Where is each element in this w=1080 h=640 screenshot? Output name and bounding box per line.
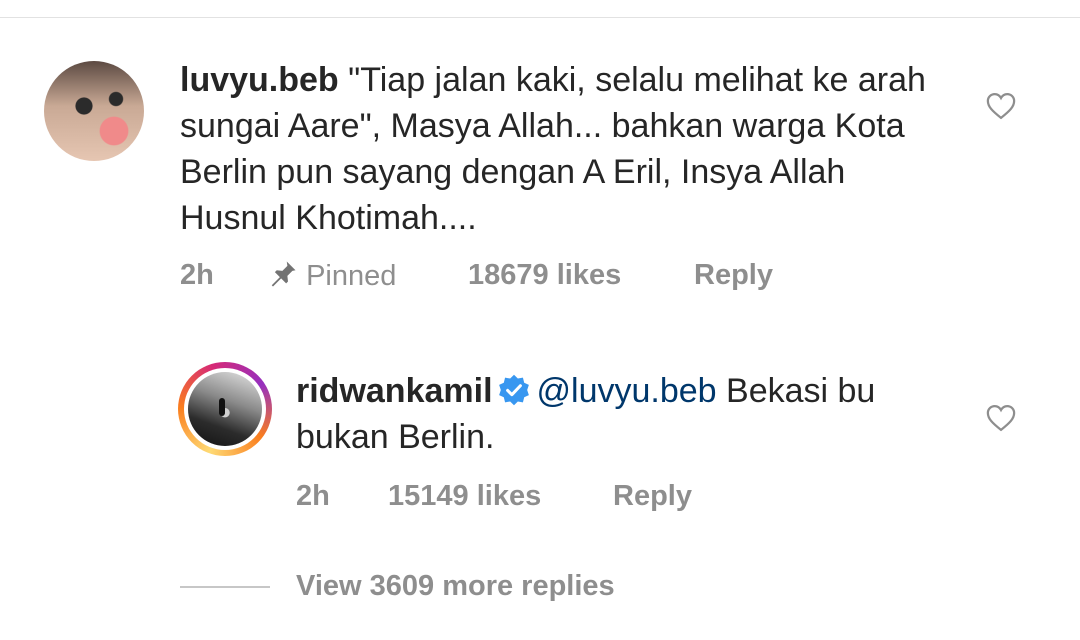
top-divider <box>0 17 1080 18</box>
view-replies-line <box>180 586 270 588</box>
reply-avatar <box>188 372 262 446</box>
comment-likes[interactable]: 18679 likes <box>468 259 621 292</box>
reply-like-heart-icon[interactable] <box>986 404 1016 432</box>
reply-time[interactable]: 2h <box>296 480 330 513</box>
view-more-replies-button[interactable]: View 3609 more replies <box>296 570 615 603</box>
reply-avatar-story-ring[interactable] <box>178 362 272 456</box>
comment-time[interactable]: 2h <box>180 259 214 292</box>
comment-reply-button[interactable]: Reply <box>694 259 773 292</box>
reply-likes[interactable]: 15149 likes <box>388 480 541 513</box>
reply-mention[interactable]: @luvyu.beb <box>537 372 717 410</box>
verified-badge-icon <box>498 374 529 406</box>
comment-like-heart-icon[interactable] <box>986 92 1016 120</box>
pinned-indicator: Pinned <box>268 259 396 293</box>
reply-username[interactable]: ridwankamil <box>296 372 493 410</box>
reply-avatar-border <box>184 368 266 450</box>
heart-icon <box>986 404 1016 432</box>
pin-icon <box>271 261 296 287</box>
commenter-avatar[interactable] <box>44 61 144 161</box>
reply-reply-button[interactable]: Reply <box>613 480 692 513</box>
pinned-label: Pinned <box>306 260 397 292</box>
avatar-figure <box>219 398 225 416</box>
comment-username[interactable]: luvyu.beb <box>180 61 339 99</box>
reply-body: ridwankamil @luvyu.beb Bekasi bu bukan B… <box>296 368 976 460</box>
comment-body: luvyu.beb "Tiap jalan kaki, selalu melih… <box>180 57 960 241</box>
heart-icon <box>986 92 1016 120</box>
